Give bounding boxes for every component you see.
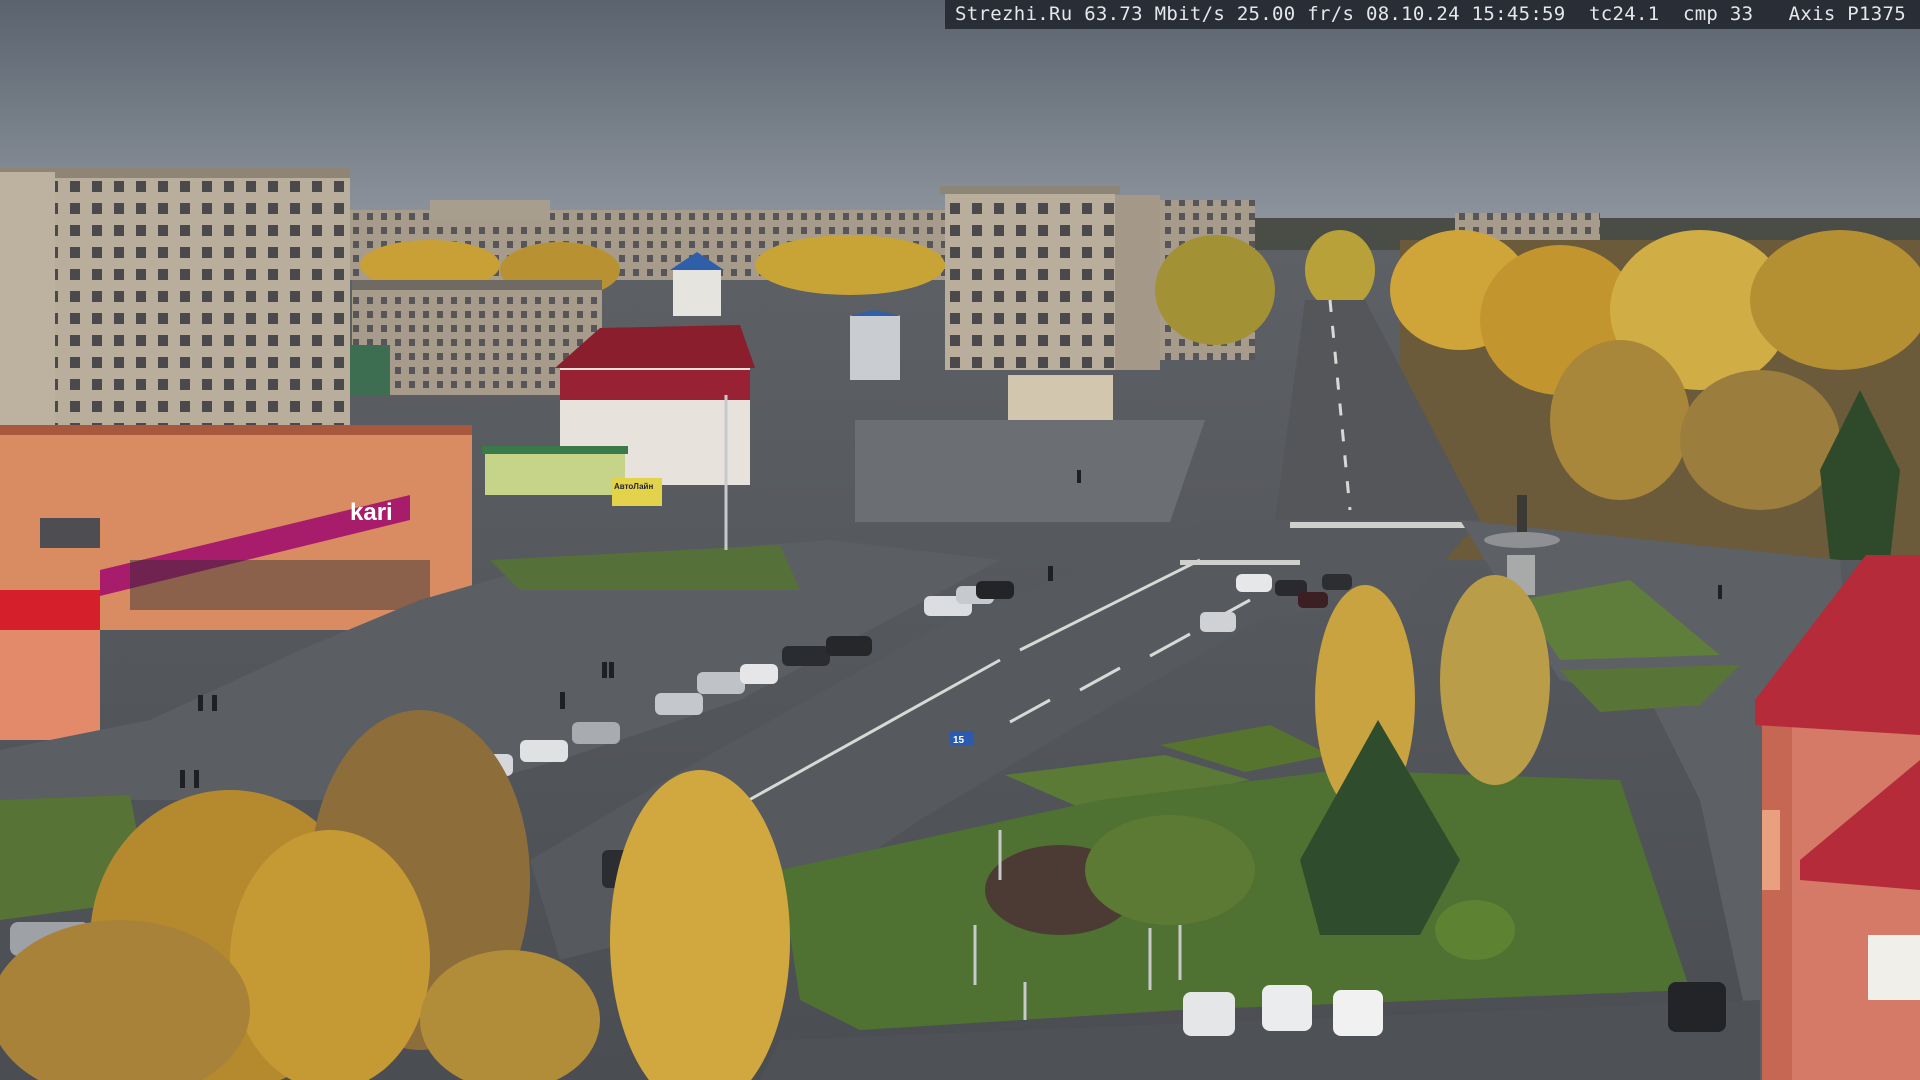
bus-stop-pavilion (485, 450, 625, 495)
bus-stop-sign: АвтоЛайн (614, 482, 653, 491)
osd-site: Strezhi.Ru (955, 3, 1073, 25)
kari-logo: kari (350, 499, 393, 526)
webcam-scene: kari АвтоЛайн 15 (0, 0, 1920, 1080)
camera-osd-overlay: Strezhi.Ru 63.73 Mbit/s 25.00 fr/s 08.10… (945, 0, 1920, 29)
road-sign: 15 (953, 735, 965, 746)
osd-bitrate: 63.73 Mbit/s (1084, 3, 1226, 25)
osd-framerate: 25.00 fr/s (1236, 3, 1355, 25)
osd-camera: Axis P1375 (1788, 3, 1906, 25)
osd-time: 15:45:59 (1471, 3, 1566, 25)
central-plaza (855, 420, 1205, 522)
small-pavilion (1008, 375, 1113, 420)
osd-tc: tc24.1 (1589, 3, 1660, 25)
osd-date: 08.10.24 (1365, 3, 1460, 25)
osd-cmp: cmp 33 (1682, 3, 1754, 25)
bus-stop-roof (482, 446, 628, 454)
